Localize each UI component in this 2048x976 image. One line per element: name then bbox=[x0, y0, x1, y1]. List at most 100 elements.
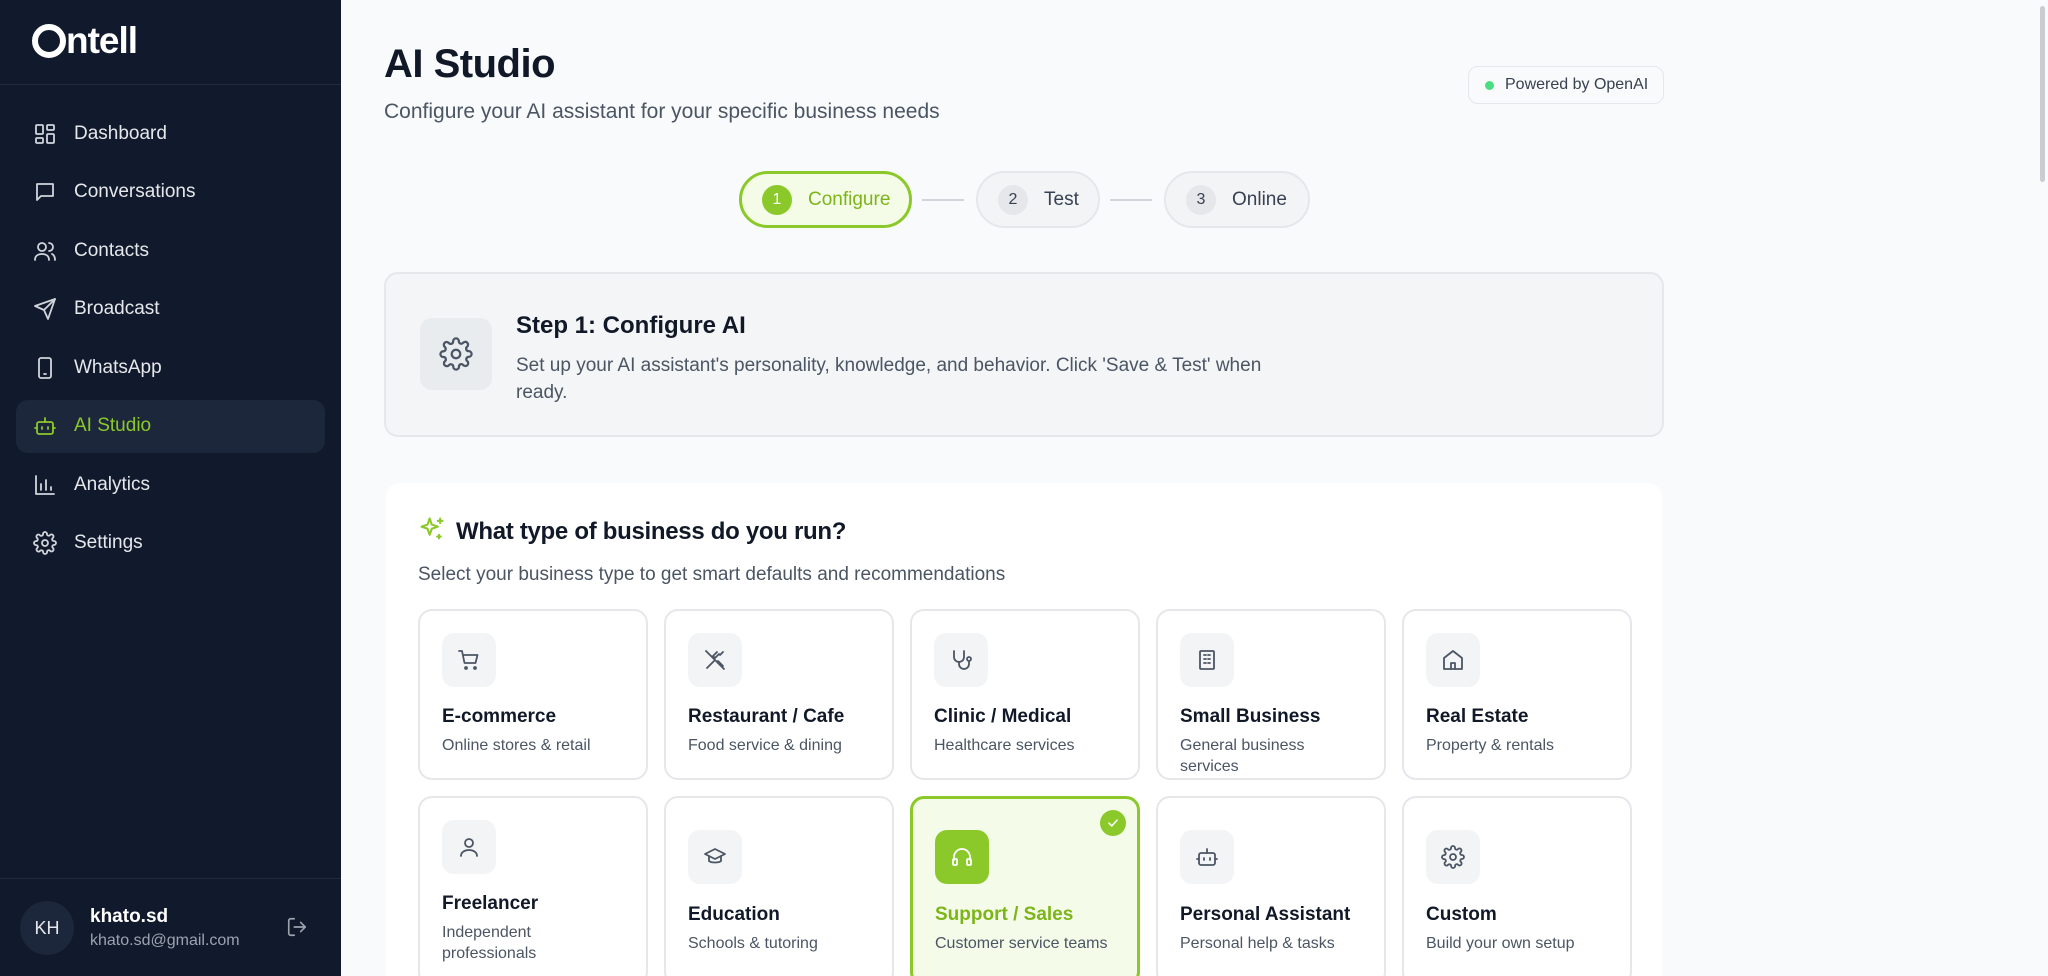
step-label: Configure bbox=[808, 188, 891, 210]
bot-icon bbox=[32, 413, 58, 439]
avatar[interactable]: KH bbox=[20, 901, 74, 955]
sidebar-item-ai-studio[interactable]: AI Studio bbox=[16, 399, 325, 453]
send-icon bbox=[32, 296, 58, 322]
home-icon bbox=[1426, 633, 1480, 687]
step-number: 1 bbox=[762, 184, 792, 215]
sidebar-item-conversations[interactable]: Conversations bbox=[16, 166, 325, 219]
tile-title: Real Estate bbox=[1426, 706, 1529, 727]
tile-title: E-commerce bbox=[442, 706, 557, 727]
tile-title: Freelancer bbox=[442, 893, 539, 914]
tile-subtitle: Personal help & tasks bbox=[1180, 935, 1335, 952]
tile-subtitle: Independent professionals bbox=[442, 924, 537, 962]
sidebar-nav: Dashboard Conversations Contacts Broadca… bbox=[16, 107, 325, 575]
scrollbar-thumb[interactable] bbox=[2040, 6, 2045, 182]
sidebar-item-label: WhatsApp bbox=[74, 356, 162, 378]
business-tile-small-business[interactable]: Small Business General business services bbox=[1156, 609, 1386, 780]
business-tile-real-estate[interactable]: Real Estate Property & rentals bbox=[1402, 609, 1632, 780]
divider bbox=[0, 84, 341, 85]
sidebar-item-label: Broadcast bbox=[74, 298, 160, 319]
configure-description: Set up your AI assistant's personality, … bbox=[516, 355, 1262, 403]
step-online[interactable]: 3 Online bbox=[1164, 171, 1310, 228]
business-type-title: What type of business do you run? bbox=[456, 517, 847, 545]
bar-chart-icon bbox=[32, 472, 58, 498]
sidebar-item-broadcast[interactable]: Broadcast bbox=[16, 283, 325, 336]
tile-subtitle: Property & rentals bbox=[1426, 737, 1555, 754]
sidebar-item-label: Settings bbox=[74, 532, 143, 553]
business-tile-ecommerce[interactable]: E-commerce Online stores & retail bbox=[418, 609, 648, 780]
tile-title: Restaurant / Cafe bbox=[688, 706, 845, 727]
sidebar: ntell Dashboard Conversations Contacts B… bbox=[0, 0, 341, 976]
step-label: Online bbox=[1232, 188, 1287, 210]
step-connector bbox=[922, 199, 964, 201]
vertical-scrollbar[interactable] bbox=[2036, 0, 2048, 976]
graduation-cap-icon bbox=[688, 830, 742, 884]
sidebar-item-label: Contacts bbox=[74, 239, 149, 261]
gear-icon bbox=[32, 530, 58, 556]
app-logo[interactable]: ntell bbox=[32, 20, 138, 61]
sidebar-item-label: AI Studio bbox=[74, 415, 152, 436]
step-number: 3 bbox=[1186, 184, 1216, 215]
status-dot bbox=[1485, 80, 1494, 90]
tile-title: Support / Sales bbox=[935, 904, 1074, 925]
tile-subtitle: Customer service teams bbox=[935, 935, 1108, 952]
tile-title: Clinic / Medical bbox=[934, 706, 1072, 727]
dashboard-icon bbox=[32, 121, 58, 147]
gear-icon bbox=[1426, 830, 1480, 884]
tile-subtitle: Build your own setup bbox=[1426, 935, 1575, 952]
powered-by-label: Powered by OpenAI bbox=[1505, 76, 1649, 93]
tile-subtitle: Schools & tutoring bbox=[688, 935, 818, 952]
powered-by-badge: Powered by OpenAI bbox=[1468, 66, 1664, 104]
sidebar-item-contacts[interactable]: Contacts bbox=[16, 224, 325, 277]
step-configure[interactable]: 1 Configure bbox=[739, 171, 912, 228]
tile-title: Education bbox=[688, 904, 780, 925]
tile-title: Small Business bbox=[1180, 706, 1321, 727]
utensils-icon bbox=[688, 633, 742, 687]
main-content: AI Studio Configure your AI assistant fo… bbox=[341, 0, 2048, 976]
business-tile-freelancer[interactable]: Freelancer Independent professionals bbox=[418, 796, 648, 976]
business-tile-education[interactable]: Education Schools & tutoring bbox=[664, 796, 894, 976]
page-subtitle: Configure your AI assistant for your spe… bbox=[384, 100, 940, 123]
sidebar-item-settings[interactable]: Settings bbox=[16, 517, 325, 570]
configure-title: Step 1: Configure AI bbox=[516, 312, 746, 339]
step-label: Test bbox=[1044, 188, 1079, 210]
tile-title: Custom bbox=[1426, 904, 1497, 925]
users-icon bbox=[32, 238, 58, 264]
bot-icon bbox=[1180, 830, 1234, 884]
step-test[interactable]: 2 Test bbox=[976, 171, 1100, 228]
headphones-icon bbox=[935, 830, 989, 884]
business-type-description: Select your business type to get smart d… bbox=[418, 564, 1006, 585]
divider bbox=[0, 878, 341, 879]
user-profile: KH khato.sd khato.sd@gmail.com bbox=[20, 900, 320, 956]
sidebar-item-label: Analytics bbox=[74, 473, 151, 495]
business-tile-support-sales[interactable]: Support / Sales Customer service teams bbox=[910, 796, 1140, 976]
user-info: khato.sd khato.sd@gmail.com bbox=[90, 906, 240, 950]
gear-icon bbox=[420, 318, 492, 390]
chat-bubble-icon bbox=[32, 179, 58, 205]
sidebar-item-label: Dashboard bbox=[74, 122, 167, 144]
phone-icon bbox=[32, 355, 58, 381]
business-tile-clinic[interactable]: Clinic / Medical Healthcare services bbox=[910, 609, 1140, 780]
page-title: AI Studio bbox=[384, 42, 556, 86]
logo-text: ntell bbox=[66, 20, 138, 61]
logout-button[interactable] bbox=[286, 916, 310, 940]
sidebar-item-dashboard[interactable]: Dashboard bbox=[16, 107, 325, 160]
configure-info-card: Step 1: Configure AI Set up your AI assi… bbox=[384, 272, 1664, 437]
shopping-cart-icon bbox=[442, 633, 496, 687]
sidebar-item-analytics[interactable]: Analytics bbox=[16, 458, 325, 511]
building-icon bbox=[1180, 633, 1234, 687]
business-tile-personal-assistant[interactable]: Personal Assistant Personal help & tasks bbox=[1156, 796, 1386, 976]
business-type-card: What type of business do you run? Select… bbox=[386, 483, 1662, 976]
stethoscope-icon bbox=[934, 633, 988, 687]
user-email: khato.sd@gmail.com bbox=[90, 932, 240, 949]
sidebar-item-whatsapp[interactable]: WhatsApp bbox=[16, 341, 325, 394]
logo-o-mark bbox=[32, 24, 66, 58]
sidebar-item-label: Conversations bbox=[74, 181, 196, 202]
business-tile-custom[interactable]: Custom Build your own setup bbox=[1402, 796, 1632, 976]
business-tile-restaurant[interactable]: Restaurant / Cafe Food service & dining bbox=[664, 609, 894, 780]
user-icon bbox=[442, 820, 496, 874]
logout-icon bbox=[286, 917, 308, 942]
tile-title: Personal Assistant bbox=[1180, 904, 1351, 925]
user-name: khato.sd bbox=[90, 906, 169, 927]
tile-subtitle: General business services bbox=[1180, 737, 1305, 775]
step-number: 2 bbox=[998, 184, 1028, 215]
